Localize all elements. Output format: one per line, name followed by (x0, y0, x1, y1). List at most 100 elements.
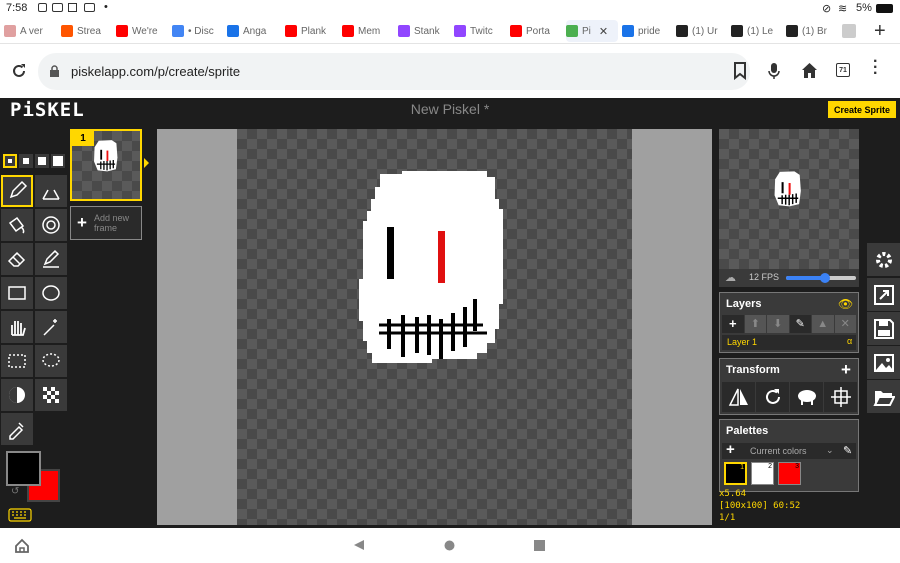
home-button-icon[interactable] (444, 540, 455, 551)
dithering-tool[interactable] (35, 379, 67, 411)
browser-tab[interactable]: (1) Br (786, 20, 838, 42)
primary-color[interactable] (6, 451, 41, 486)
rectangle-icon (8, 286, 26, 300)
fps-slider-knob[interactable] (819, 273, 830, 283)
browser-tab[interactable]: Plank (285, 20, 337, 42)
frame-thumbnail[interactable]: 1 (70, 129, 142, 201)
add-frame-button[interactable]: + Add new frame (70, 206, 142, 240)
browser-tab[interactable]: • Disc (172, 20, 224, 42)
tab-label: A ver (20, 25, 43, 37)
eraser-tool[interactable] (1, 243, 33, 275)
add-frame-label: Add new frame (94, 213, 130, 233)
address-bar[interactable]: piskelapp.com/p/create/sprite (38, 53, 780, 90)
browser-tab[interactable]: We're (116, 20, 168, 42)
edit-palette-icon[interactable]: ✎ (843, 444, 852, 457)
checker-icon (43, 387, 59, 403)
recents-icon[interactable] (534, 540, 545, 551)
save-button[interactable] (867, 312, 900, 345)
tab-label: (1) Le (747, 25, 774, 37)
browser-tab[interactable]: (1) Ur (676, 20, 728, 42)
home-sync-icon[interactable] (14, 538, 30, 554)
align-button[interactable] (824, 382, 857, 412)
rectangle-tool[interactable] (1, 277, 33, 309)
fps-slider[interactable] (786, 273, 856, 283)
color-picker-tool[interactable] (1, 413, 33, 445)
chevron-down-icon[interactable]: ⌄ (826, 445, 834, 456)
clock: 7:58 (6, 2, 28, 14)
browser-tab[interactable]: Porta (510, 20, 562, 42)
create-sprite-button[interactable]: Create Sprite (828, 101, 896, 118)
delete-layer-button[interactable]: ✕ (834, 315, 856, 333)
palette-swatch[interactable]: 2 (751, 462, 774, 485)
back-icon[interactable] (353, 539, 365, 551)
browser-tab[interactable]: A ver (4, 20, 56, 42)
onion-skin-icon[interactable]: ☁ (725, 271, 736, 284)
tab-favicon-icon (4, 25, 16, 37)
sprite-title[interactable]: New Piskel * (0, 101, 900, 117)
browser-tab[interactable]: Pi ✕ (566, 20, 618, 42)
browser-tab[interactable]: Anga (227, 20, 279, 42)
pen-size-1[interactable] (3, 154, 17, 168)
bookmark-icon[interactable] (734, 62, 746, 80)
rotate-icon (765, 389, 780, 404)
swap-colors-icon[interactable]: ↺ (11, 486, 19, 497)
browser-tab[interactable]: Mem (342, 20, 394, 42)
transform-add-icon[interactable]: + (841, 360, 851, 380)
palette-dropdown[interactable]: Current colors (750, 446, 807, 456)
pen-size-4[interactable] (51, 154, 65, 168)
pen-tool[interactable] (1, 175, 33, 207)
export-button[interactable] (867, 346, 900, 379)
import-button[interactable] (867, 380, 900, 413)
hand-icon (11, 321, 26, 336)
flip-button[interactable] (722, 382, 755, 412)
add-palette-icon[interactable]: + (726, 441, 735, 458)
lasso-select-tool[interactable] (35, 345, 67, 377)
browser-tab[interactable]: Twitc (454, 20, 506, 42)
url-text[interactable]: piskelapp.com/p/create/sprite (71, 64, 240, 79)
lighten-tool[interactable] (1, 379, 33, 411)
close-tab-icon[interactable]: ✕ (599, 25, 608, 38)
menu-icon[interactable]: · · · (873, 54, 878, 82)
rotate-button[interactable] (756, 382, 789, 412)
settings-button[interactable] (867, 243, 900, 276)
move-layer-down-button[interactable]: ⬇ (767, 315, 789, 333)
keyboard-icon[interactable] (8, 508, 32, 522)
pen-size-3[interactable] (35, 154, 49, 168)
tab-label: Pi (582, 25, 591, 37)
tab-count-button[interactable]: 71 (836, 63, 850, 77)
eye-icon[interactable]: 👁 (838, 297, 853, 311)
clone-button[interactable] (790, 382, 823, 412)
stroke-tool[interactable] (35, 243, 67, 275)
browser-tab[interactable]: Strea (61, 20, 113, 42)
paint-bucket-tool[interactable] (1, 209, 33, 241)
home-icon[interactable] (801, 62, 818, 79)
browser-tab[interactable]: Stank (398, 20, 450, 42)
rect-select-tool[interactable] (1, 345, 33, 377)
move-tool[interactable] (1, 311, 33, 343)
reload-icon[interactable] (10, 62, 28, 80)
add-layer-button[interactable]: + (722, 315, 744, 333)
edit-layer-button[interactable]: ✎ (789, 315, 811, 333)
fps-slider-fill (786, 276, 825, 280)
lock-icon[interactable] (49, 65, 60, 78)
layer-row[interactable]: Layer 1 α (722, 335, 856, 350)
tab-strip-more-icon[interactable] (842, 24, 856, 38)
same-color-bucket-tool[interactable] (35, 209, 67, 241)
palette-swatch[interactable]: 3 (778, 462, 801, 485)
drawing-canvas[interactable] (237, 129, 632, 525)
new-tab-button[interactable]: + (874, 20, 886, 42)
palette-swatch[interactable]: 1 (724, 462, 747, 485)
browser-tab[interactable]: (1) Le (731, 20, 783, 42)
microphone-icon[interactable] (768, 62, 780, 80)
layer-alpha[interactable]: α (847, 336, 852, 346)
shape-select-tool[interactable] (35, 311, 67, 343)
resize-button[interactable] (867, 278, 900, 311)
circle-tool[interactable] (35, 277, 67, 309)
move-layer-up-button[interactable]: ⬆ (744, 315, 766, 333)
browser-tab[interactable]: pride (622, 20, 674, 42)
image-icon (873, 353, 894, 372)
mirror-pen-tool[interactable] (35, 175, 67, 207)
swatch-number: 3 (795, 463, 799, 470)
merge-layer-button[interactable]: ▲ (812, 315, 834, 333)
pen-size-2[interactable] (19, 154, 33, 168)
